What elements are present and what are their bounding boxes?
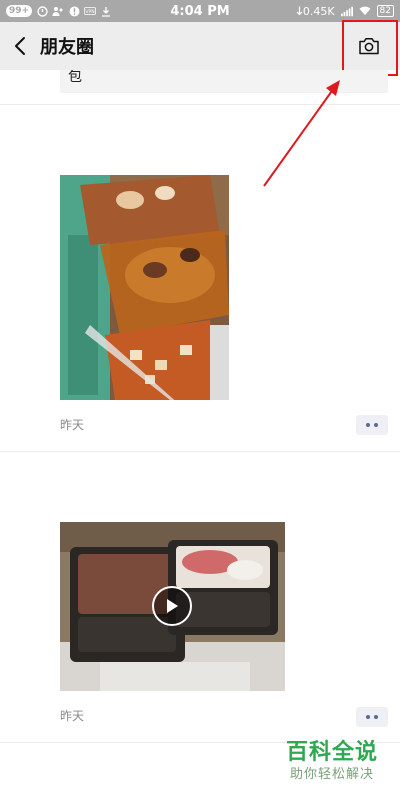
shared-link-text: 包 (68, 70, 82, 85)
moments-feed: 包 昨天 昨天 (0, 70, 400, 800)
more-dot-icon (374, 715, 378, 719)
play-icon (167, 599, 178, 613)
camera-button[interactable] (344, 22, 394, 70)
status-right-icons: 0.45K 82 (296, 5, 394, 18)
top-navigation-bar: 朋友圈 (0, 22, 400, 70)
chevron-left-icon (15, 37, 25, 55)
page-title: 朋友圈 (40, 37, 94, 58)
wifi-icon (359, 5, 371, 17)
shared-link-card[interactable]: 包 (60, 70, 388, 93)
post-photo[interactable] (60, 175, 229, 400)
contacts-notification-icon (52, 5, 64, 17)
post-video-thumbnail[interactable] (60, 522, 285, 691)
post-more-button[interactable] (356, 707, 388, 727)
app-notification-icon (36, 5, 48, 17)
watermark-subtitle: 助你轻松解决 (289, 767, 374, 782)
status-bar: 99+ VPN 4:04 PM 0.45K 82 (0, 0, 400, 22)
camera-icon (359, 37, 379, 55)
watermark-title: 百科全说 (285, 740, 378, 765)
notification-count-badge: 99+ (6, 5, 33, 17)
watermark-logo: 百科全说 助你轻松解决 (276, 740, 388, 784)
network-speed: 0.45K (296, 5, 335, 18)
network-speed-value: 0.45K (302, 4, 335, 18)
svg-text:VPN: VPN (85, 9, 94, 15)
post-divider (0, 451, 400, 452)
network-arrows-icon (296, 6, 303, 15)
post-more-button[interactable] (356, 415, 388, 435)
food-photo-image (60, 175, 229, 400)
status-left-icons: 99+ VPN (6, 5, 112, 17)
more-dot-icon (366, 715, 370, 719)
post-date: 昨天 (60, 709, 85, 723)
vpn-icon: VPN (84, 5, 97, 17)
alert-notification-icon (68, 5, 80, 17)
more-dot-icon (374, 423, 378, 427)
more-dot-icon (366, 423, 370, 427)
video-play-button[interactable] (152, 586, 192, 626)
signal-strength-icon (340, 5, 353, 17)
post-date: 昨天 (60, 418, 85, 432)
post-divider (0, 104, 400, 105)
download-icon (100, 5, 112, 17)
back-button[interactable] (0, 22, 40, 70)
battery-indicator: 82 (376, 5, 394, 17)
